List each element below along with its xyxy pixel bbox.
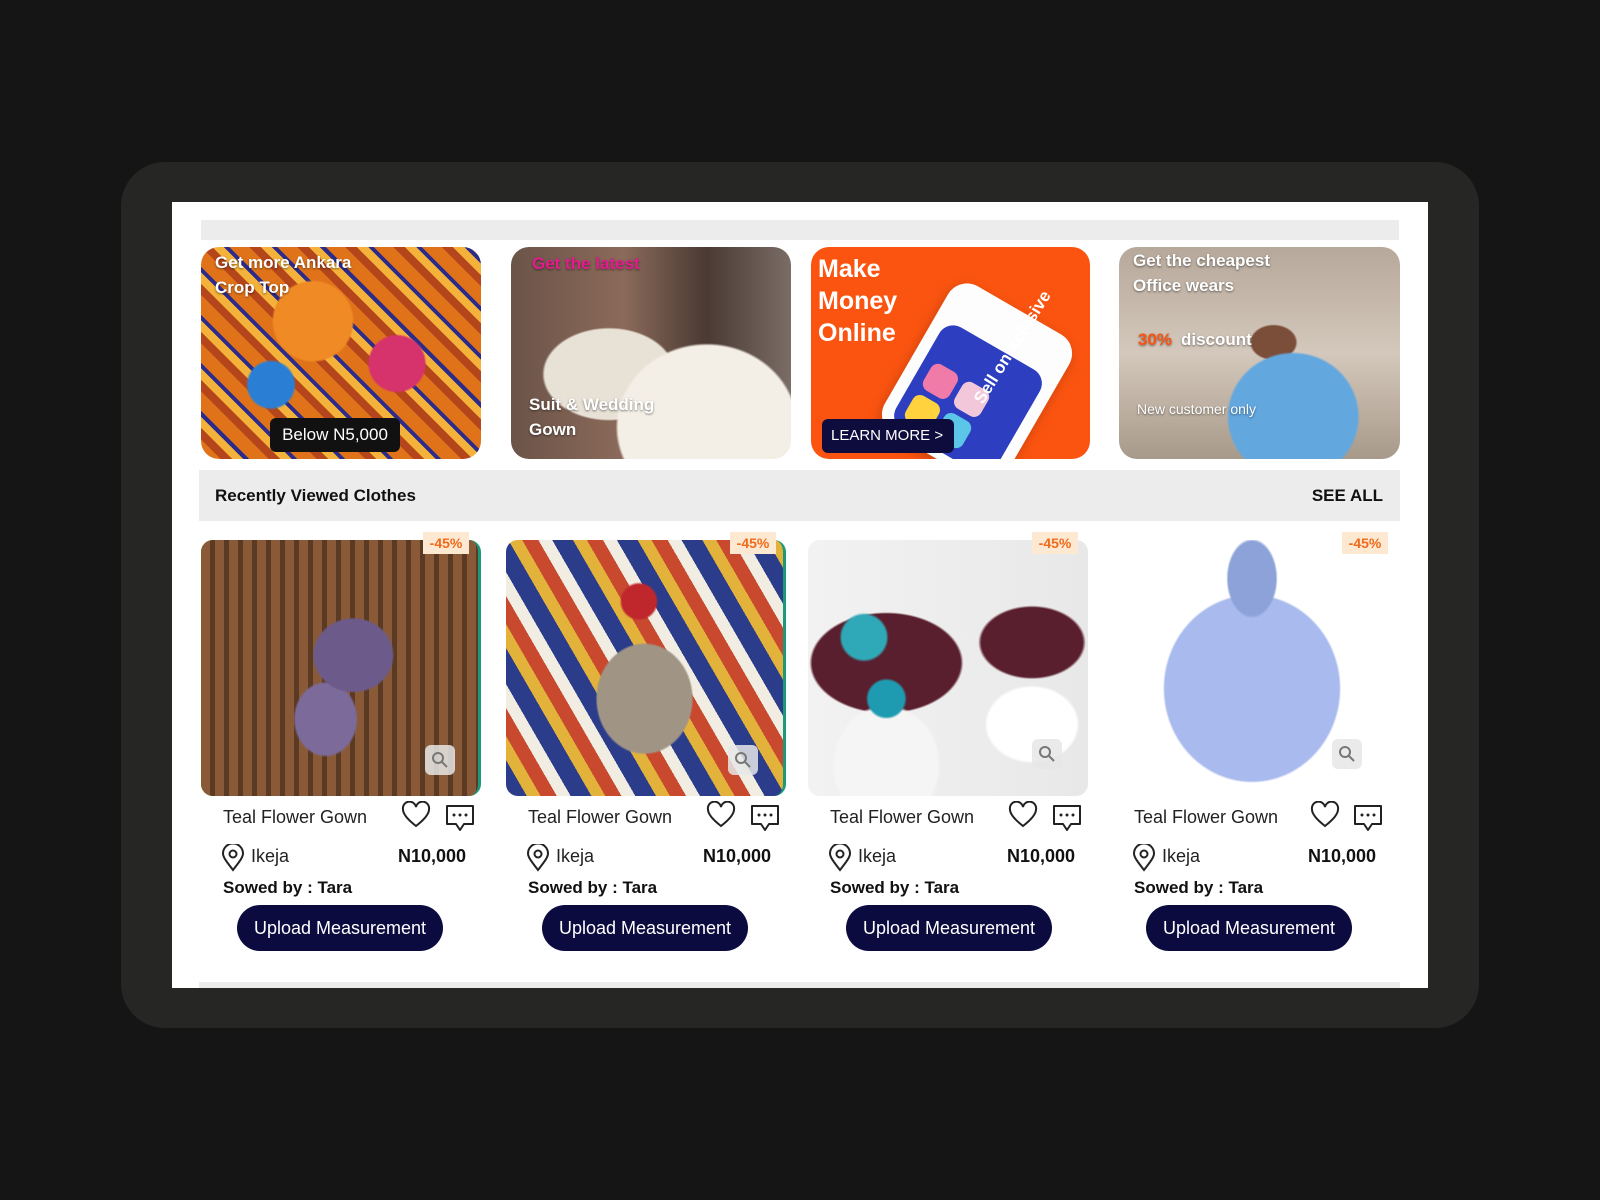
zoom-button[interactable] [425,745,455,775]
discount-badge: -45% [423,532,469,554]
product-card[interactable]: -45% Teal Flower Gown Ikeja N10,000 Sowe… [1112,532,1396,980]
product-name: Teal Flower Gown [830,807,975,827]
zoom-button[interactable] [1032,739,1062,769]
chat-icon[interactable] [1352,803,1384,833]
product-price: N10,000 [1308,846,1377,866]
location-pin-icon [221,844,245,872]
upload-measurement-button[interactable]: Upload Measurement [846,905,1052,951]
product-image[interactable] [201,540,481,796]
upload-measurement-button[interactable]: Upload Measurement [1146,905,1352,951]
app-screen: Get more Ankara Crop Top Below N5,000 Ge… [172,202,1428,988]
see-all-link[interactable]: SEE ALL [1312,486,1383,506]
product-image[interactable] [1112,540,1392,796]
banner-office-wears[interactable]: Get the cheapest Office wears 30% discou… [1119,247,1400,459]
discount-number: 30% [1138,330,1173,349]
product-image[interactable] [808,540,1088,796]
seller-label: Sowed by : Tara [528,878,658,897]
upload-measurement-button[interactable]: Upload Measurement [542,905,748,951]
zoom-button[interactable] [1332,739,1362,769]
section-title: Recently Viewed Clothes [215,486,416,505]
zoom-button[interactable] [728,745,758,775]
location-pin-icon [526,844,550,872]
heart-icon[interactable] [1310,801,1340,829]
product-location: Ikeja [251,846,290,866]
banner-ankara[interactable]: Get more Ankara Crop Top Below N5,000 [201,247,481,459]
heart-icon[interactable] [706,801,736,829]
location-pin-icon [1132,844,1156,872]
zoom-icon [432,752,448,768]
seller-label: Sowed by : Tara [1134,878,1264,897]
product-name: Teal Flower Gown [223,807,368,827]
product-price: N10,000 [1007,846,1076,866]
section-header: Recently Viewed Clothes SEE ALL [199,470,1400,521]
product-card[interactable]: -45% Teal Flower Gown Ikeja N10,000 Sowe… [201,532,485,980]
learn-more-button[interactable]: LEARN MORE > [822,419,954,453]
zoom-icon [735,752,751,768]
product-card[interactable]: -45% Teal Flower Gown Ikeja N10,000 Sowe… [808,532,1092,980]
top-bar [201,220,1399,240]
location-pin-icon [828,844,852,872]
banner-subtitle: Suit & Wedding Gown [529,395,655,439]
product-price: N10,000 [703,846,772,866]
heart-icon[interactable] [401,801,431,829]
banner-make-money[interactable]: Make Money Online LEARN MORE > Sell on X… [811,247,1090,459]
product-card[interactable]: -45% Teal Flower Gown Ikeja N10,000 Sowe… [506,532,790,980]
zoom-icon [1039,746,1055,762]
new-customer-note: New customer only [1137,401,1257,417]
product-image[interactable] [506,540,786,796]
banner-title: Get the cheapest Office wears [1133,251,1270,295]
price-badge: Below N5,000 [270,418,400,452]
discount-badge: -45% [730,532,776,554]
chat-icon[interactable] [444,803,476,833]
banner-title: Get more Ankara Crop Top [215,253,352,297]
banner-wedding[interactable]: Get the latest Suit & Wedding Gown [511,247,791,459]
discount-word: discount [1181,330,1252,349]
chat-icon[interactable] [1051,803,1083,833]
seller-label: Sowed by : Tara [223,878,353,897]
product-location: Ikeja [556,846,595,866]
chat-icon[interactable] [749,803,781,833]
product-name: Teal Flower Gown [528,807,673,827]
product-location: Ikeja [858,846,897,866]
discount-badge: -45% [1032,532,1078,554]
seller-label: Sowed by : Tara [830,878,960,897]
zoom-icon [1339,746,1355,762]
product-location: Ikeja [1162,846,1201,866]
next-section-bar [199,982,1400,988]
product-name: Teal Flower Gown [1134,807,1279,827]
product-price: N10,000 [398,846,467,866]
banner-title: Get the latest [532,254,640,273]
banner-title: Make Money Online [818,255,898,347]
discount-badge: -45% [1342,532,1388,554]
upload-measurement-button[interactable]: Upload Measurement [237,905,443,951]
heart-icon[interactable] [1008,801,1038,829]
